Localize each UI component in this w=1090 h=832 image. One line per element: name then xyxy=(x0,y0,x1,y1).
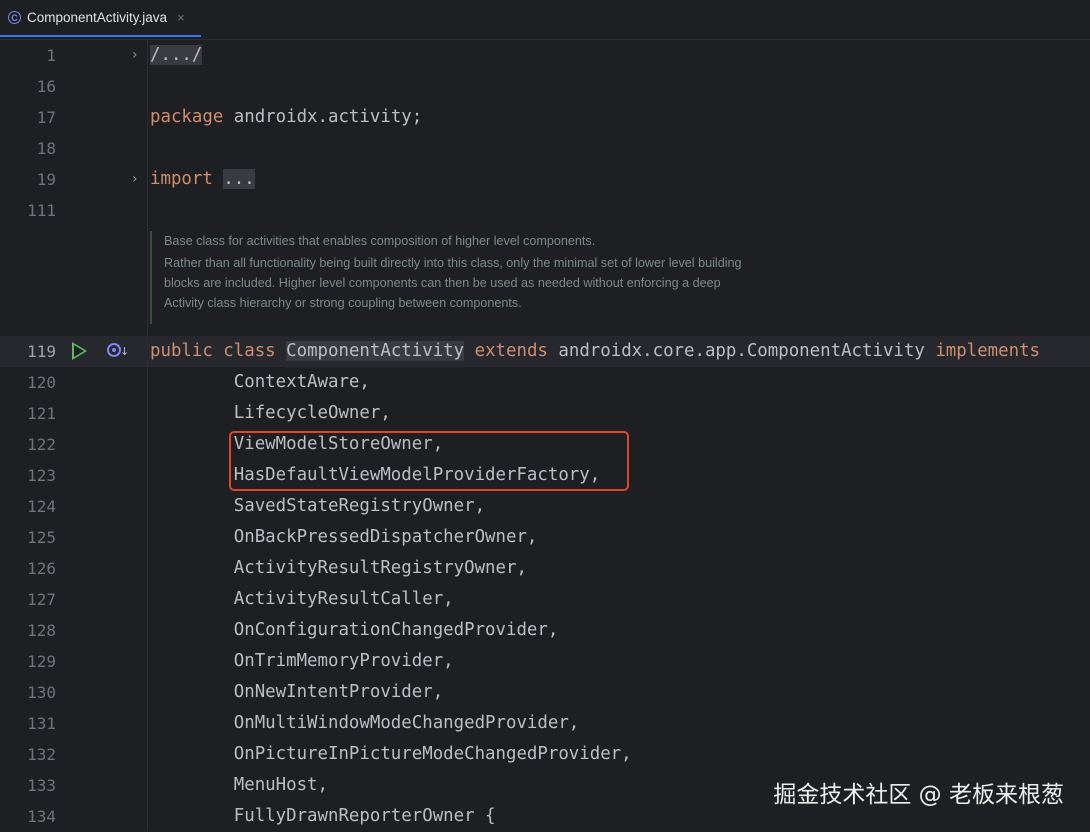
code-token: OnNewIntentProvider, xyxy=(150,682,444,702)
code-token: OnConfigurationChangedProvider, xyxy=(150,620,559,640)
code-line[interactable]: FullyDrawnReporterOwner { xyxy=(150,801,496,832)
code-line[interactable]: SavedStateRegistryOwner, xyxy=(150,491,485,522)
editor-tab-bar: C ComponentActivity.java × xyxy=(0,0,1090,40)
watermark: 掘金技术社区 @ 老板来根葱 xyxy=(773,782,1064,808)
code-line[interactable]: package androidx.activity; xyxy=(150,102,422,133)
keyword-token: extends xyxy=(474,341,548,361)
code-token: OnPictureInPictureModeChangedProvider, xyxy=(150,744,632,764)
code-line[interactable]: OnNewIntentProvider, xyxy=(150,677,443,708)
keyword-token: import xyxy=(150,169,213,189)
gutter-separator xyxy=(147,40,148,831)
code-line[interactable]: MenuHost, xyxy=(150,770,328,801)
code-token: MenuHost, xyxy=(150,775,328,795)
line-number: 1 xyxy=(46,46,56,65)
line-number: 18 xyxy=(36,139,56,158)
code-line[interactable]: LifecycleOwner, xyxy=(150,398,391,429)
javadoc-line: blocks are included. Higher level compon… xyxy=(164,276,721,290)
code-line[interactable]: public class ComponentActivity extends a… xyxy=(150,336,1040,367)
code-token: LifecycleOwner, xyxy=(150,403,391,423)
line-number: 127 xyxy=(27,590,56,609)
code-token: ActivityResultRegistryOwner, xyxy=(150,558,527,578)
line-number: 121 xyxy=(27,404,56,423)
line-number: 132 xyxy=(27,745,56,764)
code-token: FullyDrawnReporterOwner { xyxy=(150,806,496,826)
code-line[interactable]: ActivityResultCaller, xyxy=(150,584,454,615)
code-token: OnBackPressedDispatcherOwner, xyxy=(150,527,538,547)
code-line[interactable]: OnMultiWindowModeChangedProvider, xyxy=(150,708,580,739)
line-number: 125 xyxy=(27,528,56,547)
code-token: ActivityResultCaller, xyxy=(150,589,454,609)
keyword-token: implements xyxy=(935,341,1041,361)
code-token: ContextAware, xyxy=(150,372,370,392)
code-line[interactable]: OnTrimMemoryProvider, xyxy=(150,646,454,677)
line-number: 124 xyxy=(27,497,56,516)
javadoc-block: Base class for activities that enables c… xyxy=(150,231,810,324)
code-token: OnMultiWindowModeChangedProvider, xyxy=(150,713,580,733)
code-token: androidx.core.app.ComponentActivity xyxy=(547,341,936,361)
line-number: 19 xyxy=(36,170,56,189)
close-icon[interactable]: × xyxy=(177,10,185,25)
line-number: 131 xyxy=(27,714,56,733)
javadoc-line: Activity class hierarchy or strong coupl… xyxy=(164,296,522,310)
code-token: OnTrimMemoryProvider, xyxy=(150,651,454,671)
run-icon[interactable] xyxy=(72,342,87,360)
code-token: ComponentActivity xyxy=(286,341,465,361)
code-line[interactable]: OnConfigurationChangedProvider, xyxy=(150,615,559,646)
line-number: 130 xyxy=(27,683,56,702)
line-number: 16 xyxy=(36,77,56,96)
javadoc-line: Rather than all functionality being buil… xyxy=(164,256,742,270)
line-number: 119 xyxy=(27,342,56,361)
javadoc-summary: Base class for activities that enables c… xyxy=(164,234,596,248)
line-number: 111 xyxy=(27,201,56,220)
class-icon: C xyxy=(8,11,21,24)
line-number: 123 xyxy=(27,466,56,485)
code-line[interactable]: OnBackPressedDispatcherOwner, xyxy=(150,522,538,553)
folded-region[interactable]: /.../ xyxy=(150,45,203,65)
highlight-annotation-box xyxy=(229,431,629,491)
line-number: 17 xyxy=(36,108,56,127)
line-number: 122 xyxy=(27,435,56,454)
keyword-token: package xyxy=(150,107,224,127)
code-line[interactable]: ContextAware, xyxy=(150,367,370,398)
code-token: androidx.activity; xyxy=(223,107,423,127)
folded-region[interactable]: ... xyxy=(223,169,255,189)
code-line[interactable]: /.../ xyxy=(150,40,203,71)
code-line[interactable]: import ... xyxy=(150,164,255,195)
tab-component-activity[interactable]: C ComponentActivity.java × xyxy=(0,0,201,37)
fold-toggle-icon[interactable]: › xyxy=(132,40,144,71)
line-number: 133 xyxy=(27,776,56,795)
keyword-token: public class xyxy=(150,341,276,361)
line-number: 120 xyxy=(27,373,56,392)
implemented-by-icon[interactable] xyxy=(107,343,121,357)
code-line[interactable]: OnPictureInPictureModeChangedProvider, xyxy=(150,739,632,770)
line-number: 129 xyxy=(27,652,56,671)
arrow-down-icon: ↓ xyxy=(120,345,130,358)
line-number: 128 xyxy=(27,621,56,640)
line-number: 134 xyxy=(27,807,56,826)
code-line[interactable]: ActivityResultRegistryOwner, xyxy=(150,553,527,584)
line-number: 126 xyxy=(27,559,56,578)
tab-title: ComponentActivity.java xyxy=(27,10,168,25)
code-token: SavedStateRegistryOwner, xyxy=(150,496,486,516)
fold-toggle-icon[interactable]: › xyxy=(132,164,144,195)
